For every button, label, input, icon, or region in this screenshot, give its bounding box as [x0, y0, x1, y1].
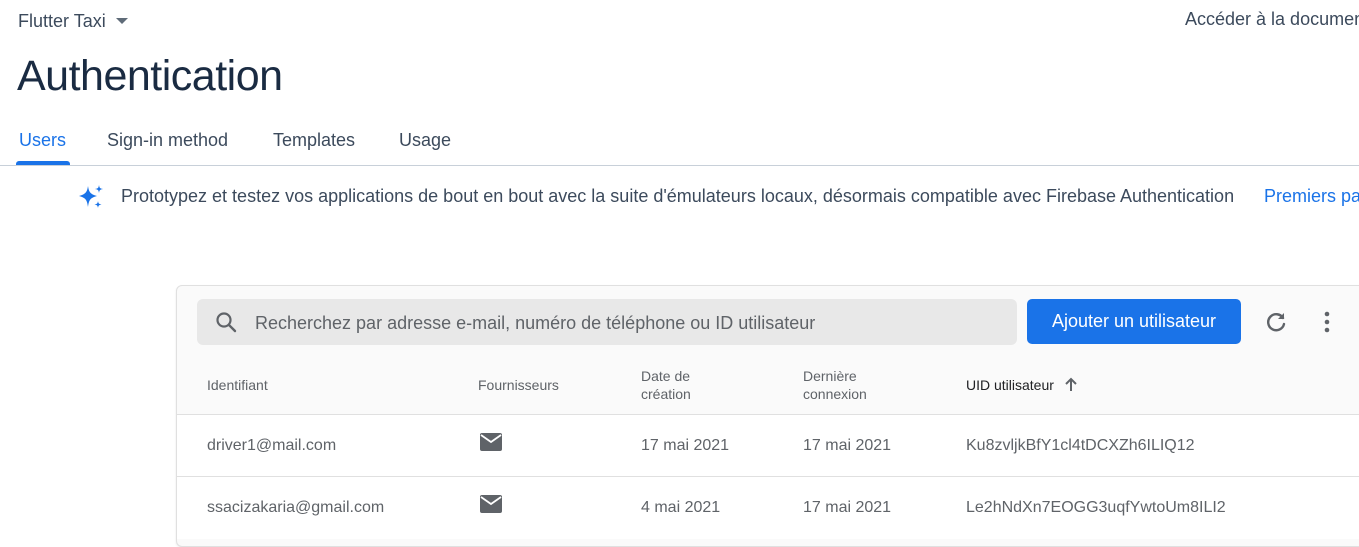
- column-header-identifier[interactable]: Identifiant: [207, 376, 268, 394]
- chevron-down-icon[interactable]: [115, 18, 128, 24]
- table-row[interactable]: driver1@mail.com 17 mai 2021 17 mai 2021…: [177, 414, 1359, 477]
- tab-sign-in-method[interactable]: Sign-in method: [107, 130, 228, 151]
- email-icon: [480, 433, 502, 451]
- column-header-last-login[interactable]: Dernière connexion: [803, 367, 867, 403]
- column-header-created-line1: Date de: [641, 368, 691, 384]
- get-started-link[interactable]: Premiers pas: [1264, 186, 1359, 207]
- cell-created: 17 mai 2021: [641, 437, 730, 454]
- project-name: Flutter Taxi: [18, 10, 106, 31]
- refresh-icon[interactable]: [1263, 309, 1289, 335]
- tab-bar: Users Sign-in method Templates Usage: [0, 118, 1359, 166]
- search-icon: [216, 312, 237, 333]
- tab-usage[interactable]: Usage: [399, 130, 451, 151]
- sort-arrow-up-icon: [1065, 377, 1077, 391]
- column-header-created-line2: création: [641, 386, 691, 402]
- table-row[interactable]: ssacizakaria@gmail.com 4 mai 2021 17 mai…: [177, 476, 1359, 539]
- tab-templates[interactable]: Templates: [273, 130, 355, 151]
- email-icon: [480, 495, 502, 513]
- sparkle-icon: [79, 185, 103, 208]
- column-header-uid-label: UID utilisateur: [966, 377, 1054, 393]
- documentation-link[interactable]: Accéder à la documentation: [1185, 9, 1359, 30]
- project-selector[interactable]: Flutter Taxi: [18, 9, 128, 33]
- cell-created: 4 mai 2021: [641, 499, 721, 516]
- cell-uid: Ku8zvljkBfY1cl4tDCXZh6ILIQ12: [966, 437, 1195, 454]
- page-title: Authentication: [17, 52, 283, 100]
- tab-users[interactable]: Users: [19, 130, 66, 151]
- column-header-last-login-line2: connexion: [803, 386, 867, 402]
- column-header-providers[interactable]: Fournisseurs: [478, 376, 559, 394]
- search-bar[interactable]: [197, 299, 1017, 347]
- column-header-created[interactable]: Date de création: [641, 367, 691, 403]
- cell-identifier: driver1@mail.com: [207, 437, 337, 454]
- active-tab-indicator: [16, 161, 70, 165]
- cell-last-login: 17 mai 2021: [803, 499, 892, 516]
- add-user-button[interactable]: Ajouter un utilisateur: [1027, 299, 1241, 344]
- banner-text: Prototypez et testez vos applications de…: [121, 186, 1235, 206]
- cell-identifier: ssacizakaria@gmail.com: [207, 499, 385, 516]
- emulator-banner: Prototypez et testez vos applications de…: [77, 182, 1234, 212]
- search-input[interactable]: [253, 299, 1007, 347]
- more-options-icon[interactable]: [1316, 309, 1338, 335]
- column-header-uid[interactable]: UID utilisateur: [966, 376, 1078, 394]
- cell-last-login: 17 mai 2021: [803, 437, 892, 454]
- cell-uid: Le2hNdXn7EOGG3uqfYwtoUm8ILI2: [966, 499, 1226, 516]
- column-header-last-login-line1: Dernière: [803, 368, 857, 384]
